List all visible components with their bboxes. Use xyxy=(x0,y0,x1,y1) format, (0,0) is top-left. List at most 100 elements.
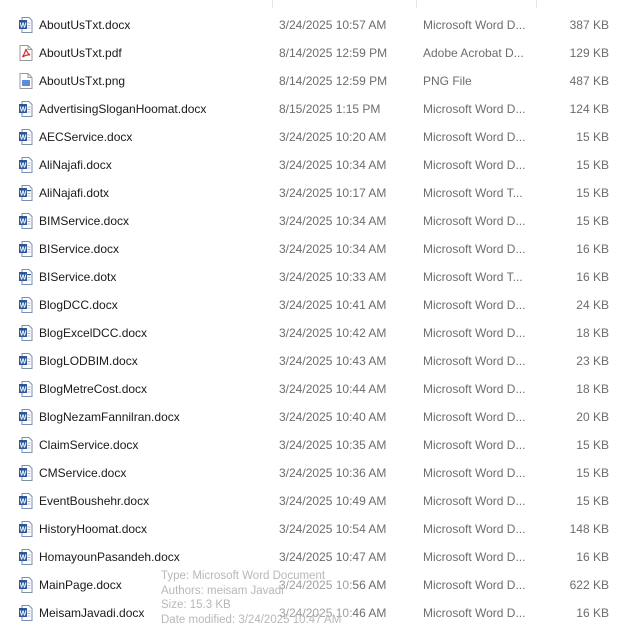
svg-text:W: W xyxy=(20,162,27,169)
file-type: Microsoft Word D... xyxy=(423,18,526,32)
file-date-modified: 3/24/2025 10:46 AM xyxy=(279,606,387,620)
file-name: AliNajafi.dotx xyxy=(39,186,110,200)
file-type: Microsoft Word D... xyxy=(423,214,526,228)
word-doc-icon: W xyxy=(19,549,33,565)
word-doc-icon: W xyxy=(19,325,33,341)
svg-text:W: W xyxy=(20,582,27,589)
file-type: PNG File xyxy=(423,74,472,88)
file-type: Microsoft Word D... xyxy=(423,438,526,452)
file-size: 15 KB xyxy=(576,494,609,508)
word-doc-icon: W xyxy=(19,297,33,313)
file-row[interactable]: W MainPage.docx 3/24/2025 10:56 AM Microsof… xyxy=(0,571,639,599)
word-doc-icon: W xyxy=(19,213,33,229)
file-name: BIService.docx xyxy=(39,242,120,256)
file-row[interactable]: W AliNajafi.dotx 3/24/2025 10:17 AM Microso… xyxy=(0,179,639,207)
file-size: 18 KB xyxy=(576,326,609,340)
file-size: 15 KB xyxy=(576,186,609,200)
file-date-modified: 3/24/2025 10:47 AM xyxy=(279,550,387,564)
file-size: 15 KB xyxy=(576,130,609,144)
column-header-strip xyxy=(0,0,639,8)
file-row[interactable]: W BIService.docx 3/24/2025 10:34 AM Microso… xyxy=(0,235,639,263)
file-name: ClaimService.docx xyxy=(39,438,139,452)
file-row[interactable]: W BIMService.docx 3/24/2025 10:34 AM Micros… xyxy=(0,207,639,235)
file-row[interactable]: W HomayounPasandeh.docx 3/24/2025 10:47 AM… xyxy=(0,543,639,571)
svg-text:W: W xyxy=(20,358,27,365)
file-size: 387 KB xyxy=(569,18,609,32)
file-type: Microsoft Word T... xyxy=(423,270,523,284)
file-size: 15 KB xyxy=(576,438,609,452)
file-row[interactable]: AboutUsTxt.png 8/14/2025 12:59 PM PNG File… xyxy=(0,67,639,95)
word-doc-icon: W xyxy=(19,101,33,117)
file-size: 129 KB xyxy=(569,46,609,60)
file-row[interactable]: W ClaimService.docx 3/24/2025 10:35 AM Micr… xyxy=(0,431,639,459)
file-size: 16 KB xyxy=(576,550,609,564)
word-doc-icon: W xyxy=(19,241,33,257)
column-divider[interactable] xyxy=(272,0,273,8)
file-date-modified: 3/24/2025 10:20 AM xyxy=(279,130,387,144)
file-name: BlogExcelDCC.docx xyxy=(39,326,148,340)
column-divider[interactable] xyxy=(536,0,537,8)
file-date-modified: 3/24/2025 10:34 AM xyxy=(279,158,387,172)
file-row[interactable]: AboutUsTxt.pdf 8/14/2025 12:59 PM Adobe Ac… xyxy=(0,39,639,67)
file-date-modified: 3/24/2025 10:41 AM xyxy=(279,298,387,312)
file-date-modified: 3/24/2025 10:17 AM xyxy=(279,186,387,200)
word-template-icon: W xyxy=(19,269,33,285)
file-date-modified: 3/24/2025 10:34 AM xyxy=(279,214,387,228)
svg-text:W: W xyxy=(20,470,27,477)
word-doc-icon: W xyxy=(19,157,33,173)
file-row[interactable]: W BlogNezamFannilran.docx 3/24/2025 10:40 … xyxy=(0,403,639,431)
file-row[interactable]: W HistoryHoomat.docx 3/24/2025 10:54 AM Mic… xyxy=(0,515,639,543)
file-date-modified: 3/24/2025 10:42 AM xyxy=(279,326,387,340)
svg-text:W: W xyxy=(20,134,27,141)
file-date-modified: 3/24/2025 10:43 AM xyxy=(279,354,387,368)
file-name: BlogNezamFannilran.docx xyxy=(39,410,180,424)
column-divider[interactable] xyxy=(416,0,417,8)
svg-text:W: W xyxy=(20,302,27,309)
file-type: Microsoft Word D... xyxy=(423,382,526,396)
file-type: Microsoft Word T... xyxy=(423,186,523,200)
word-doc-icon: W xyxy=(19,17,33,33)
file-date-modified: 8/15/2025 1:15 PM xyxy=(279,102,381,116)
file-row[interactable]: W BlogExcelDCC.docx 3/24/2025 10:42 AM Micr… xyxy=(0,319,639,347)
file-row[interactable]: W CMService.docx 3/24/2025 10:36 AM Microso… xyxy=(0,459,639,487)
file-name: EventBoushehr.docx xyxy=(39,494,150,508)
file-type: Microsoft Word D... xyxy=(423,102,526,116)
file-size: 16 KB xyxy=(576,270,609,284)
word-doc-icon: W xyxy=(19,437,33,453)
file-size: 16 KB xyxy=(576,242,609,256)
file-size: 124 KB xyxy=(569,102,609,116)
file-row[interactable]: W BlogDCC.docx 3/24/2025 10:41 AM Microsoft… xyxy=(0,291,639,319)
file-row[interactable]: W BlogLODBIM.docx 3/24/2025 10:43 AM Micros… xyxy=(0,347,639,375)
file-row[interactable]: W AECService.docx 3/24/2025 10:20 AM Micros… xyxy=(0,123,639,151)
file-name: CMService.docx xyxy=(39,466,127,480)
file-size: 23 KB xyxy=(576,354,609,368)
svg-text:W: W xyxy=(20,218,27,225)
file-row[interactable]: W AliNajafi.docx 3/24/2025 10:34 AM Microso… xyxy=(0,151,639,179)
file-row[interactable]: W BlogMetreCost.docx 3/24/2025 10:44 AM Mic… xyxy=(0,375,639,403)
svg-text:W: W xyxy=(20,246,27,253)
file-size: 487 KB xyxy=(569,74,609,88)
file-row[interactable]: W BIService.dotx 3/24/2025 10:33 AM Microso… xyxy=(0,263,639,291)
file-date-modified: 8/14/2025 12:59 PM xyxy=(279,46,388,60)
file-row[interactable]: W MeisamJavadi.docx 3/24/2025 10:46 AM Micr… xyxy=(0,599,639,627)
file-size: 15 KB xyxy=(576,466,609,480)
file-date-modified: 3/24/2025 10:35 AM xyxy=(279,438,387,452)
file-type: Microsoft Word D... xyxy=(423,578,526,592)
file-row[interactable]: W EventBoushehr.docx 3/24/2025 10:49 AM Mic… xyxy=(0,487,639,515)
file-date-modified: 3/24/2025 10:56 AM xyxy=(279,578,387,592)
file-type: Microsoft Word D... xyxy=(423,410,526,424)
file-row[interactable]: W AboutUsTxt.docx 3/24/2025 10:57 AM Micros… xyxy=(0,11,639,39)
file-name: HomayounPasandeh.docx xyxy=(39,550,180,564)
file-type: Microsoft Word D... xyxy=(423,130,526,144)
file-size: 18 KB xyxy=(576,382,609,396)
file-date-modified: 3/24/2025 10:40 AM xyxy=(279,410,387,424)
file-name: AliNajafi.docx xyxy=(39,158,112,172)
file-type: Microsoft Word D... xyxy=(423,242,526,256)
pdf-file-icon xyxy=(19,45,33,61)
file-name: BIService.dotx xyxy=(39,270,117,284)
file-type: Microsoft Word D... xyxy=(423,550,526,564)
file-date-modified: 3/24/2025 10:44 AM xyxy=(279,382,387,396)
file-type: Microsoft Word D... xyxy=(423,326,526,340)
file-row[interactable]: W AdvertisingSloganHoomat.docx 8/15/2025 1… xyxy=(0,95,639,123)
file-type: Microsoft Word D... xyxy=(423,298,526,312)
